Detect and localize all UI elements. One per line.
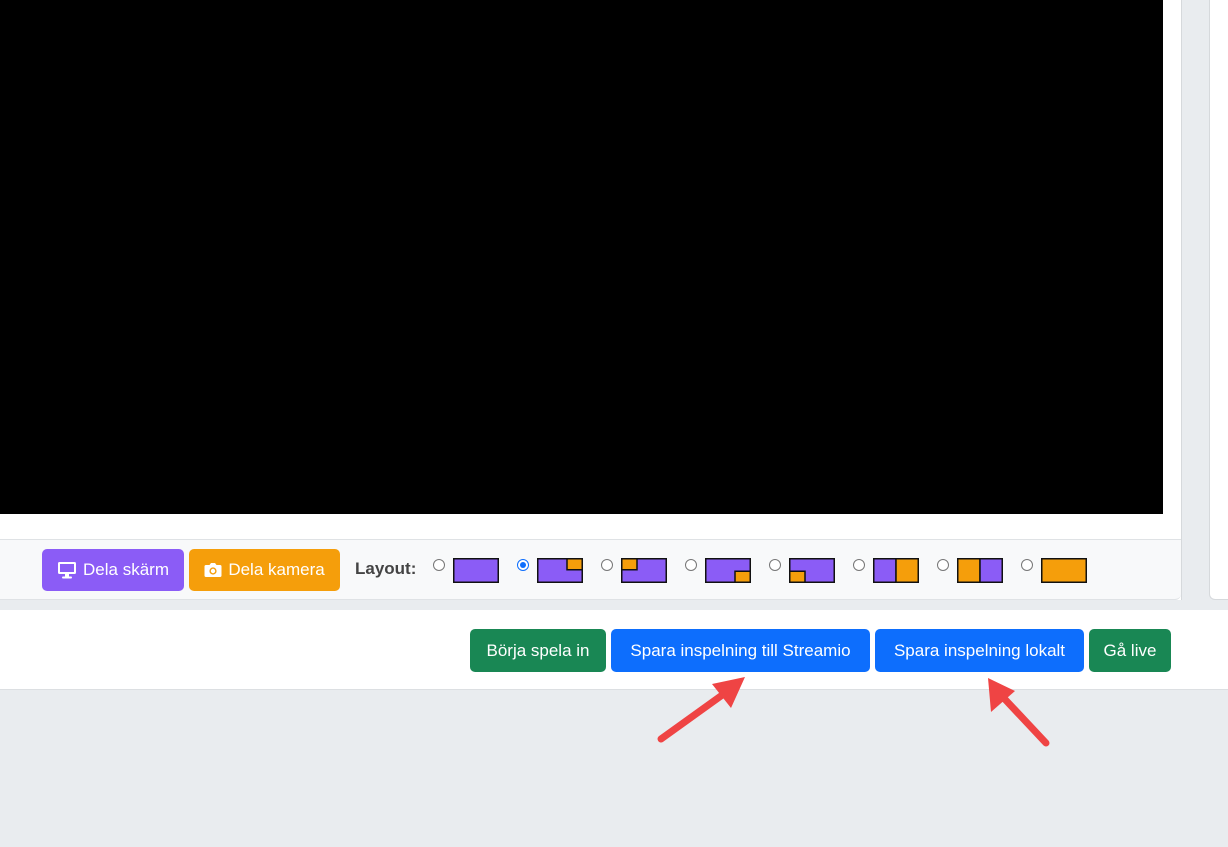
layout-camera-top-left-icon [621,557,667,583]
layout-option-camera-only[interactable] [1021,557,1087,583]
layout-label: Layout: [355,559,417,578]
layout-screen-left-camera-right-icon [873,557,919,583]
layout-camera-left-screen-right-icon [957,557,1003,583]
layout-radio[interactable] [937,559,949,571]
share-screen-label: Dela skärm [83,560,169,579]
save-locally-button[interactable]: Spara inspelning lokalt [875,629,1084,672]
layout-option-side-by-side-reversed[interactable] [937,557,1003,583]
layout-radio[interactable] [433,559,445,571]
layout-screen-only-icon [453,557,499,583]
layout-radio[interactable] [685,559,697,571]
layout-camera-only-icon [1041,557,1087,583]
layout-radio[interactable] [853,559,865,571]
video-preview [0,0,1163,514]
side-panel [1209,0,1228,600]
share-camera-label: Dela kamera [228,560,325,579]
layout-radio[interactable] [601,559,613,571]
layout-camera-top-right-icon [537,557,583,583]
layout-radio-selected[interactable] [517,559,529,571]
layout-option-side-by-side[interactable] [853,557,919,583]
layout-camera-bottom-right-icon [705,557,751,583]
panel-divider [1181,0,1182,600]
layout-camera-bottom-left-icon [789,557,835,583]
layout-option-camera-top-right[interactable] [517,557,583,583]
share-camera-button[interactable]: Dela kamera [189,549,340,591]
start-recording-button[interactable]: Börja spela in [470,629,606,672]
save-to-streamio-button[interactable]: Spara inspelning till Streamio [611,629,870,672]
go-live-button[interactable]: Gå live [1089,629,1171,672]
layout-radio[interactable] [769,559,781,571]
layout-option-camera-top-left[interactable] [601,557,667,583]
camera-icon [204,562,222,578]
share-screen-button[interactable]: Dela skärm [42,549,184,591]
layout-option-screen-only[interactable] [433,557,499,583]
monitor-icon [57,561,77,579]
layout-radio[interactable] [1021,559,1033,571]
layout-option-camera-bottom-right[interactable] [685,557,751,583]
layout-option-camera-bottom-left[interactable] [769,557,835,583]
